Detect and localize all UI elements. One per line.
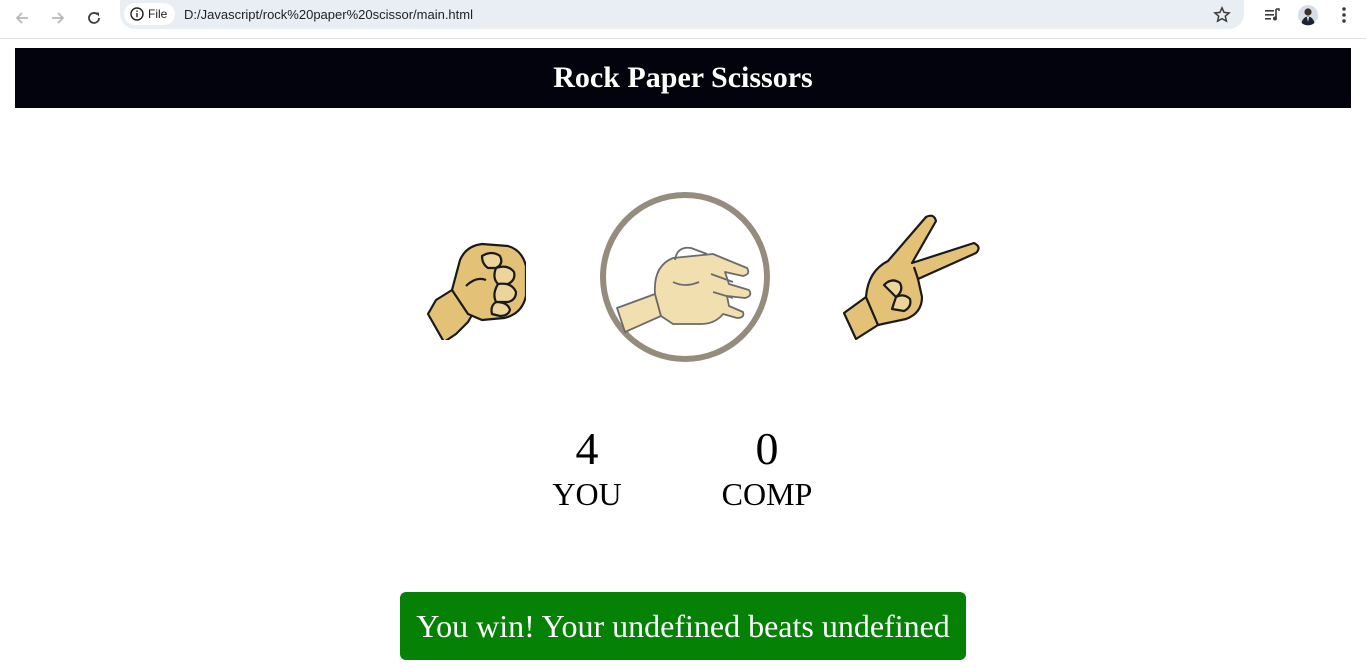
avatar-icon (1298, 5, 1318, 26)
star-icon (1213, 6, 1231, 23)
result-message-text: You win! Your undefined beats undefined (416, 607, 950, 644)
comp-score-panel: 0 COMP (697, 424, 837, 514)
profile-avatar-button[interactable] (1294, 4, 1322, 26)
scissors-v-hand-icon (842, 214, 980, 341)
site-info-chip[interactable]: File (124, 3, 176, 25)
url-text[interactable]: D:/Javascript/rock%20paper%20scissor/mai… (184, 7, 473, 22)
paper-open-hand-icon (616, 246, 752, 333)
arrow-left-icon (15, 12, 28, 24)
user-score: 4 (575, 423, 599, 474)
site-info-label: File (148, 7, 168, 21)
choice-rock[interactable] (376, 190, 546, 360)
rock-fist-icon (426, 242, 526, 340)
forward-button[interactable] (43, 3, 73, 33)
user-score-label: YOU (552, 476, 622, 512)
info-icon (130, 7, 144, 21)
browser-menu-button[interactable] (1330, 4, 1358, 26)
comp-score: 0 (755, 423, 779, 474)
reload-icon (88, 12, 100, 24)
kebab-menu-icon (1342, 7, 1346, 23)
choice-paper[interactable] (600, 192, 770, 362)
comp-score-label: COMP (721, 476, 813, 512)
result-message: You win! Your undefined beats undefined (400, 592, 966, 660)
playlist-icon (1265, 8, 1280, 21)
user-score-panel: 4 YOU (517, 424, 657, 514)
bookmark-star-button[interactable] (1208, 4, 1236, 26)
browser-toolbar: File D:/Javascript/rock%20paper%20scisso… (0, 0, 1366, 39)
arrow-right-icon (52, 12, 65, 24)
page-title: Rock Paper Scissors (553, 61, 813, 94)
reload-button[interactable] (79, 3, 109, 33)
media-control-button[interactable] (1258, 4, 1286, 26)
back-button[interactable] (7, 3, 37, 33)
page-header: Rock Paper Scissors (15, 48, 1351, 108)
choice-scissors[interactable] (820, 190, 990, 360)
